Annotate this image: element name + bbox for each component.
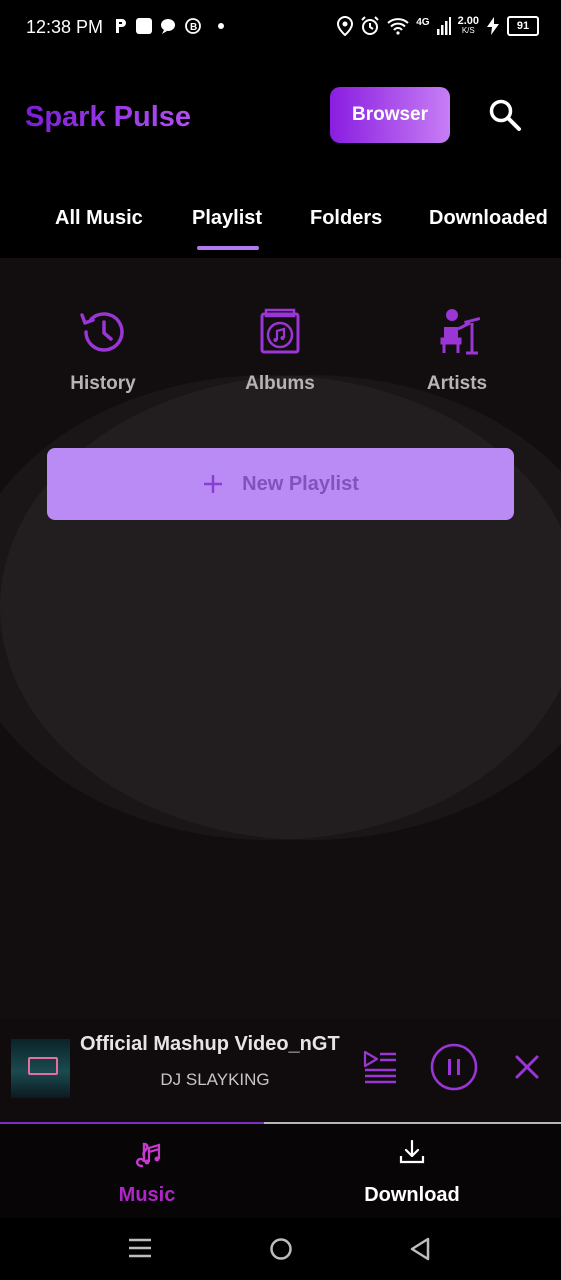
back-icon[interactable] [409, 1237, 431, 1261]
album-icon [260, 308, 300, 354]
wifi-icon [387, 18, 409, 35]
nav-music[interactable]: Music [7, 1124, 287, 1218]
home-icon[interactable] [269, 1237, 293, 1261]
now-playing-title[interactable]: Official Mashup Video_nGT [80, 1033, 348, 1056]
notification-icons: B [114, 18, 225, 34]
plus-icon [204, 475, 223, 493]
browser-button[interactable]: Browser [330, 87, 450, 143]
charging-icon [487, 17, 499, 35]
status-bar: 12:38 PM B 4G 2.00 K/S 91 [0, 0, 561, 58]
download-icon [399, 1139, 425, 1164]
top-app-bar: Spark Pulse Browser [0, 58, 561, 178]
more-notifications-dot-icon [218, 23, 224, 29]
location-icon [337, 16, 354, 36]
nav-music-label: Music [118, 1184, 176, 1206]
tab-playlist[interactable]: Playlist [192, 207, 262, 230]
close-icon[interactable] [515, 1055, 539, 1079]
albums-label: Albums [245, 373, 315, 394]
playlist-queue-icon[interactable] [362, 1050, 398, 1084]
battery-icon: 91 [507, 16, 539, 36]
svg-text:B: B [190, 22, 197, 33]
artist-icon [440, 309, 481, 355]
b-notification-icon: B [185, 18, 201, 34]
tab-folders[interactable]: Folders [310, 207, 382, 230]
album-thumbnail[interactable] [11, 1039, 70, 1098]
nav-download[interactable]: Download [272, 1124, 552, 1218]
app-title: Spark Pulse [25, 101, 192, 133]
system-status-icons: 4G 2.00 K/S 91 [337, 16, 539, 36]
tab-downloaded[interactable]: Downloaded [429, 207, 548, 230]
status-time: 12:38 PM [26, 17, 104, 37]
mini-player[interactable]: Official Mashup Video_nGT DJ SLAYKING [0, 1018, 561, 1122]
albums-shortcut[interactable]: Albums [210, 305, 350, 395]
artists-label: Artists [426, 373, 488, 394]
pause-button[interactable] [430, 1043, 478, 1091]
artists-shortcut[interactable]: Artists [387, 305, 527, 395]
now-playing-artist: DJ SLAYKING [160, 1070, 270, 1089]
network-type: 4G [416, 16, 430, 28]
active-tab-indicator [197, 246, 259, 250]
recent-apps-icon[interactable] [128, 1237, 152, 1259]
signal-icon [436, 17, 451, 35]
paytm-notification-icon [116, 19, 126, 33]
network-speed: 2.00 K/S [457, 15, 479, 36]
system-navigation-bar [0, 1218, 561, 1280]
app-notification-icon [136, 18, 152, 34]
nav-download-label: Download [364, 1184, 460, 1206]
tab-all-music[interactable]: All Music [55, 207, 143, 230]
app-screen: 12:38 PM B 4G 2.00 K/S 91 Spark Pulse Br… [0, 0, 561, 1280]
category-tabs: All Music Playlist Folders Downloaded [0, 178, 561, 258]
bottom-navigation: Music Download [0, 1124, 561, 1218]
new-playlist-button[interactable]: New Playlist [47, 448, 514, 520]
new-playlist-label: New Playlist [242, 472, 359, 495]
history-shortcut[interactable]: History [33, 305, 173, 395]
music-note-icon [136, 1142, 161, 1168]
history-icon [80, 312, 124, 352]
history-label: History [70, 373, 136, 394]
thumbnail-neon-sign [28, 1057, 58, 1075]
chat-notification-icon [161, 19, 175, 34]
search-icon[interactable] [488, 98, 522, 132]
alarm-icon [361, 16, 379, 35]
